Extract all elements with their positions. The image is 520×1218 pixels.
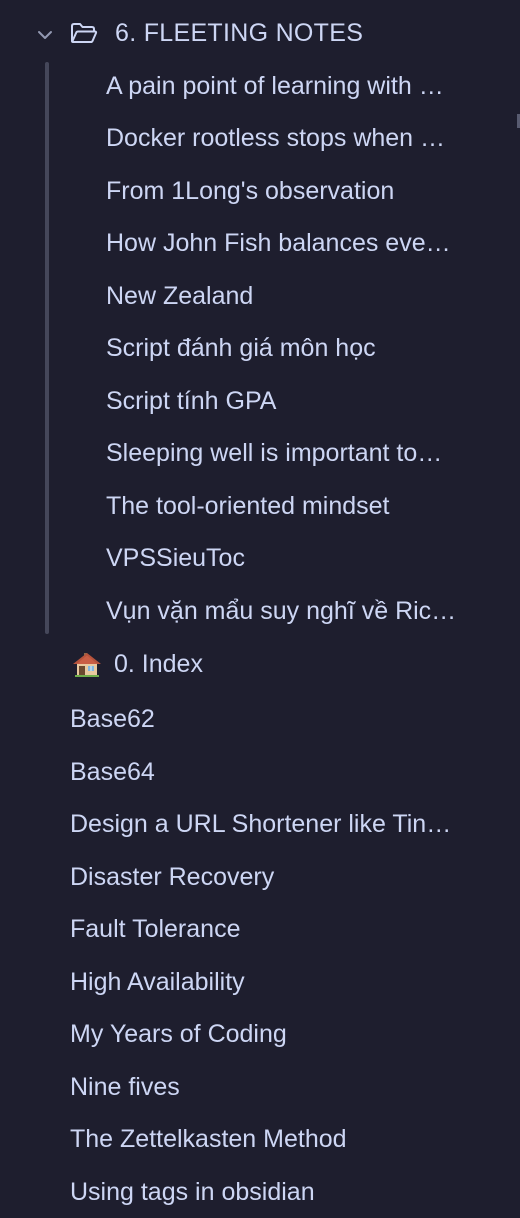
- file-item[interactable]: The tool-oriented mindset: [106, 484, 480, 528]
- file-item[interactable]: Base64: [70, 750, 480, 794]
- file-item[interactable]: How John Fish balances eve…: [106, 221, 480, 265]
- file-item[interactable]: Base62: [70, 697, 480, 741]
- file-item[interactable]: My Years of Coding: [70, 1012, 480, 1056]
- file-item[interactable]: Script tính GPA: [106, 379, 480, 423]
- file-item[interactable]: Using tags in obsidian: [70, 1170, 480, 1214]
- file-item[interactable]: The Zettelkasten Method: [70, 1117, 480, 1161]
- file-item[interactable]: Design a URL Shortener like Tin…: [70, 802, 480, 846]
- file-item[interactable]: Vụn vặn mẩu suy nghĩ về Ric…: [106, 589, 480, 633]
- file-item[interactable]: Nine fives: [70, 1065, 480, 1109]
- file-item[interactable]: A pain point of learning with …: [106, 64, 480, 108]
- folder-label: 6. FLEETING NOTES: [115, 19, 364, 47]
- indent-guide: [45, 62, 49, 634]
- file-item[interactable]: Script đánh giá môn học: [106, 326, 480, 370]
- house-icon: [73, 653, 101, 677]
- file-item[interactable]: High Availability: [70, 960, 480, 1004]
- file-item[interactable]: VPSSieuToc: [106, 536, 480, 580]
- file-item[interactable]: Sleeping well is important to…: [106, 431, 480, 475]
- file-item[interactable]: Docker rootless stops when …: [106, 116, 480, 160]
- file-item[interactable]: From 1Long's observation: [106, 169, 480, 213]
- file-item[interactable]: New Zealand: [106, 274, 480, 318]
- chevron-down-icon[interactable]: [35, 25, 55, 45]
- index-label: 0. Index: [114, 650, 203, 678]
- folder-open-icon: [71, 23, 98, 43]
- file-item-index[interactable]: 0. Index: [72, 642, 482, 686]
- folder-fleeting-notes[interactable]: 6. FLEETING NOTES: [0, 8, 520, 58]
- file-item[interactable]: Fault Tolerance: [70, 907, 480, 951]
- file-explorer: 6. FLEETING NOTES A pain point of learni…: [0, 0, 520, 1218]
- file-item[interactable]: Disaster Recovery: [70, 855, 480, 899]
